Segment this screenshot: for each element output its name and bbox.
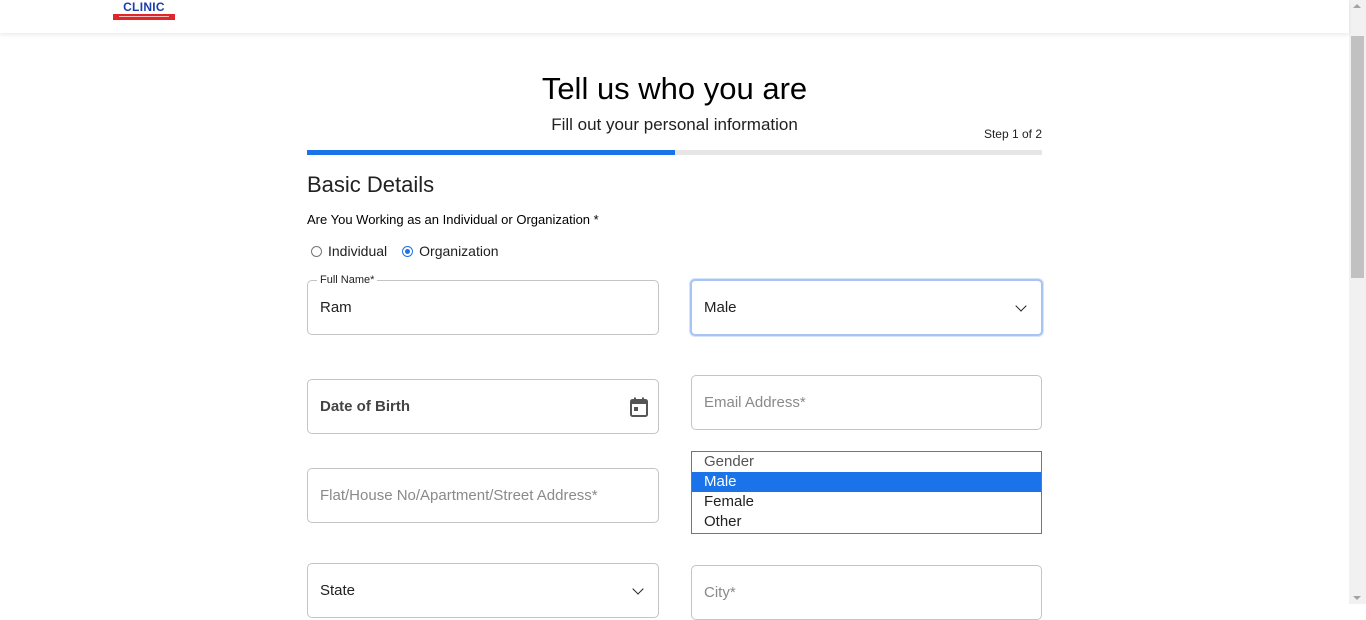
top-navbar: CLINIC (0, 0, 1349, 33)
dropdown-option-female[interactable]: Female (692, 492, 1041, 512)
email-placeholder: Email Address* (704, 394, 806, 411)
date-of-birth-field[interactable]: Date of Birth (307, 379, 659, 434)
step-indicator: Step 1 of 2 (983, 127, 1042, 141)
email-field[interactable]: Email Address* (691, 375, 1042, 430)
full-name-value: Ram (320, 299, 352, 316)
gender-select-value: Male (704, 299, 737, 316)
dropdown-option-male[interactable]: Male (692, 472, 1041, 492)
date-of-birth-label: Date of Birth (320, 398, 410, 415)
clinic-logo[interactable]: CLINIC (113, 0, 175, 21)
logo-tagline-strip (113, 14, 175, 20)
radio-individual[interactable] (311, 245, 322, 257)
full-name-field[interactable]: Full Name* Ram (307, 273, 659, 335)
radio-organization[interactable] (402, 245, 414, 257)
progress-bar (307, 150, 1042, 155)
logo-text: CLINIC (123, 0, 165, 14)
radio-individual-label: Individual (328, 243, 388, 259)
page-scrollbar[interactable] (1349, 0, 1366, 604)
radio-option-organization[interactable]: Organization (402, 243, 499, 259)
page-title: Tell us who you are (541, 71, 808, 106)
chevron-down-icon (632, 582, 644, 595)
address-placeholder: Flat/House No/Apartment/Street Address* (320, 487, 598, 504)
calendar-icon[interactable] (630, 397, 648, 417)
scroll-down-arrow-icon[interactable] (1353, 596, 1361, 600)
progress-bar-fill (307, 150, 675, 155)
section-title: Basic Details (307, 172, 435, 197)
dropdown-option-other[interactable]: Other (692, 512, 1041, 532)
city-field[interactable]: City* (691, 565, 1042, 620)
gender-select[interactable]: Male (690, 279, 1043, 336)
state-select[interactable]: State (307, 563, 659, 618)
gender-dropdown-list: Gender Male Female Other (691, 451, 1042, 534)
dropdown-option-gender[interactable]: Gender (692, 452, 1041, 472)
work-type-question: Are You Working as an Individual or Orga… (307, 212, 599, 227)
city-placeholder: City* (704, 584, 736, 601)
chevron-down-icon (1015, 299, 1027, 312)
scrollbar-thumb[interactable] (1351, 36, 1364, 278)
radio-organization-label: Organization (419, 243, 499, 259)
scroll-up-arrow-icon[interactable] (1353, 4, 1361, 8)
work-type-radio-group: Individual Organization (311, 242, 514, 260)
state-select-value: State (320, 582, 356, 599)
radio-option-individual[interactable]: Individual (311, 243, 387, 259)
address-field[interactable]: Flat/House No/Apartment/Street Address* (307, 468, 659, 523)
